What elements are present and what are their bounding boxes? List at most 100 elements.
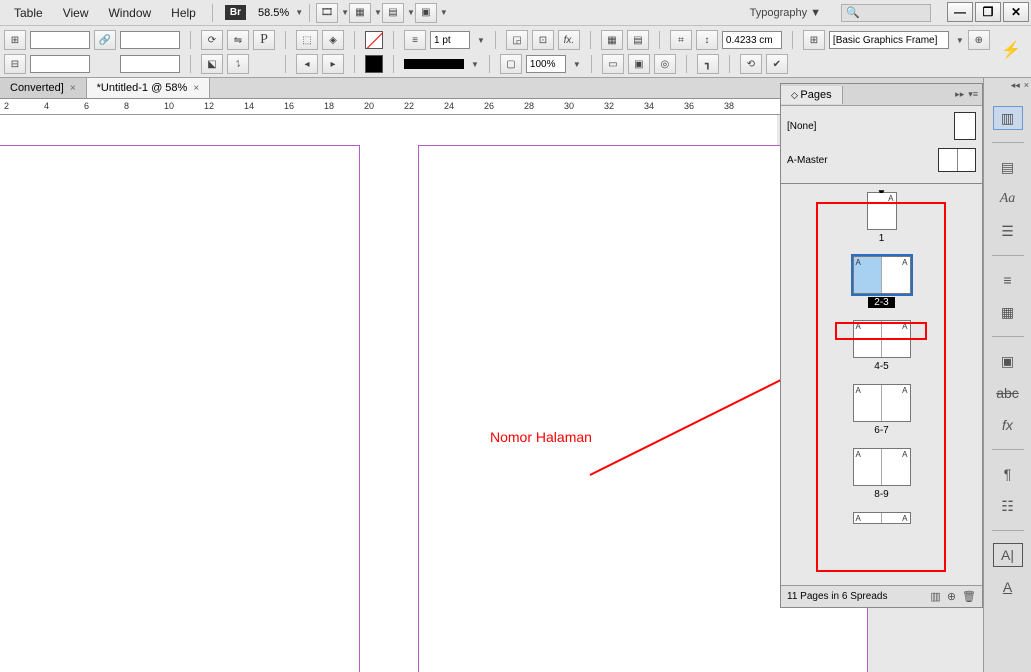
search-icon: 🔍 [846,6,860,19]
links-dock-icon[interactable]: ☰ [993,219,1023,243]
zoom-value: 58.5% [258,7,289,19]
separator [354,31,355,49]
master-a-label[interactable]: A-Master [787,155,828,166]
pad-icon: ↕ [696,30,718,50]
para-style-dock-icon[interactable]: A| [993,543,1023,567]
shear-icon[interactable]: ⬕ [201,54,223,74]
edit-page-icon[interactable]: ▥ [930,590,940,603]
menu-help[interactable]: Help [161,2,206,24]
fx-icon[interactable]: fx. [558,30,580,50]
close-icon[interactable]: × [193,83,199,94]
fill-none-icon[interactable] [365,31,383,49]
new-page-icon[interactable]: ⊕ [947,590,956,603]
wrap-shape-icon[interactable]: ◎ [654,54,676,74]
stroke-weight-field[interactable] [430,31,470,49]
layers-dock-icon[interactable]: ▤ [993,155,1023,179]
wrap-none-icon[interactable]: ▭ [602,54,624,74]
panel-menu-icon[interactable]: ▾≡ [968,89,978,100]
text-wrap1-icon[interactable]: ▦ [601,30,623,50]
dock-collapse[interactable]: ◂◂× [1011,80,1029,91]
separator [659,31,660,49]
glyphs-dock-icon[interactable]: ☷ [993,494,1023,518]
delete-page-icon[interactable]: 🗑 [962,590,976,603]
dropdown-icon[interactable]: ▼ [477,36,485,45]
fill-black-icon[interactable] [365,55,383,73]
screen-icon[interactable]: ▣ [415,3,437,23]
opacity-field[interactable] [526,55,566,73]
view-options-icon[interactable]: ▦ [349,3,371,23]
document-canvas[interactable]: Nomor Halaman [0,115,777,672]
swatches-dock-icon[interactable]: ▦ [993,300,1023,324]
y-field[interactable] [30,55,90,73]
corner-shape-icon[interactable]: ┓ [697,54,719,74]
menu-table[interactable]: Table [4,2,53,24]
dropdown-icon[interactable]: ▼ [956,36,964,45]
separator [590,31,591,49]
apply-icon[interactable]: ✔ [766,54,788,74]
dropdown-icon[interactable]: ▼ [471,60,479,69]
char-styles-dock-icon[interactable]: Aa [993,187,1023,211]
minimize-button[interactable]: — [947,2,973,22]
select-container-icon[interactable]: ⬚ [296,30,318,50]
arrange-icon[interactable]: ▤ [382,3,404,23]
menu-view[interactable]: View [53,2,99,24]
workspace-switcher[interactable]: Typography ▼ [750,7,821,19]
char-style-dock-icon[interactable]: A [993,575,1023,599]
corner-icon[interactable]: ◲ [506,30,528,50]
ref-point-icon[interactable]: ⊞ [4,30,26,50]
ref-point2-icon[interactable]: ⊟ [4,54,26,74]
sel-next-icon[interactable]: ▸ [322,54,344,74]
pages-dock-icon[interactable]: ▥ [993,106,1023,130]
char-icon[interactable]: P [253,30,275,50]
stroke-style-bar[interactable] [404,59,464,69]
ruler-mark: 10 [164,101,174,111]
menu-window[interactable]: Window [98,2,161,24]
master-none-label[interactable]: [None] [787,121,816,132]
conditional-dock-icon[interactable]: abc [993,381,1023,405]
inset-field[interactable] [722,31,782,49]
style-preset[interactable] [829,31,949,49]
separator [992,530,1024,531]
zoom-level[interactable]: 58.5% ▼ [258,7,303,19]
dropdown-icon[interactable]: ▼ [573,60,581,69]
new-style-button[interactable]: ⊕ [968,30,990,50]
collapse-icon[interactable]: ▸▸ [955,89,964,100]
cc-lib-dock-icon[interactable]: ▣ [993,349,1023,373]
link-icon[interactable]: 🔗 [94,30,116,50]
doc-tab-1[interactable]: Converted] × [0,78,87,98]
bridge-badge[interactable]: Br [225,5,246,20]
ruler-mark: 28 [524,101,534,111]
master-none-thumb[interactable] [954,112,976,140]
lightning-icon[interactable]: ⚡ [1001,40,1021,60]
close-button[interactable]: ✕ [1003,2,1029,22]
close-icon[interactable]: × [70,83,76,94]
x-field[interactable] [30,31,90,49]
master-a-thumb[interactable] [938,148,976,172]
ruler-mark: 2 [4,101,9,111]
wrap-bbox-icon[interactable]: ▣ [628,54,650,74]
ruler-mark: 18 [324,101,334,111]
search-box[interactable]: 🔍 [841,4,931,22]
ruler-mark: 24 [444,101,454,111]
crop-icon[interactable]: ⌗ [670,30,692,50]
anchor-icon[interactable]: ⊡ [532,30,554,50]
select-content-icon[interactable]: ◈ [322,30,344,50]
rotate-icon[interactable]: ⟳ [201,30,223,50]
dropdown-icon: ▼ [407,8,415,17]
restore-button[interactable]: ❐ [975,2,1001,22]
text-wrap2-icon[interactable]: ▤ [627,30,649,50]
page-left[interactable] [0,145,360,672]
effects-dock-icon[interactable]: fx [993,413,1023,437]
h-field[interactable] [120,55,180,73]
para-dock-icon[interactable]: ¶ [993,462,1023,486]
flip-v-icon[interactable]: ⥍ [227,54,249,74]
pages-tab[interactable]: ◇ Pages [781,86,843,104]
ruler-mark: 14 [244,101,254,111]
flip-h-icon[interactable]: ⇋ [227,30,249,50]
screen-mode-icon[interactable]: 🎞 [316,3,338,23]
stroke-dock-icon[interactable]: ≡ [993,268,1023,292]
doc-tab-2[interactable]: *Untitled-1 @ 58% × [87,78,211,98]
clear-override-icon[interactable]: ⟲ [740,54,762,74]
w-field[interactable] [120,31,180,49]
sel-prev-icon[interactable]: ◂ [296,54,318,74]
